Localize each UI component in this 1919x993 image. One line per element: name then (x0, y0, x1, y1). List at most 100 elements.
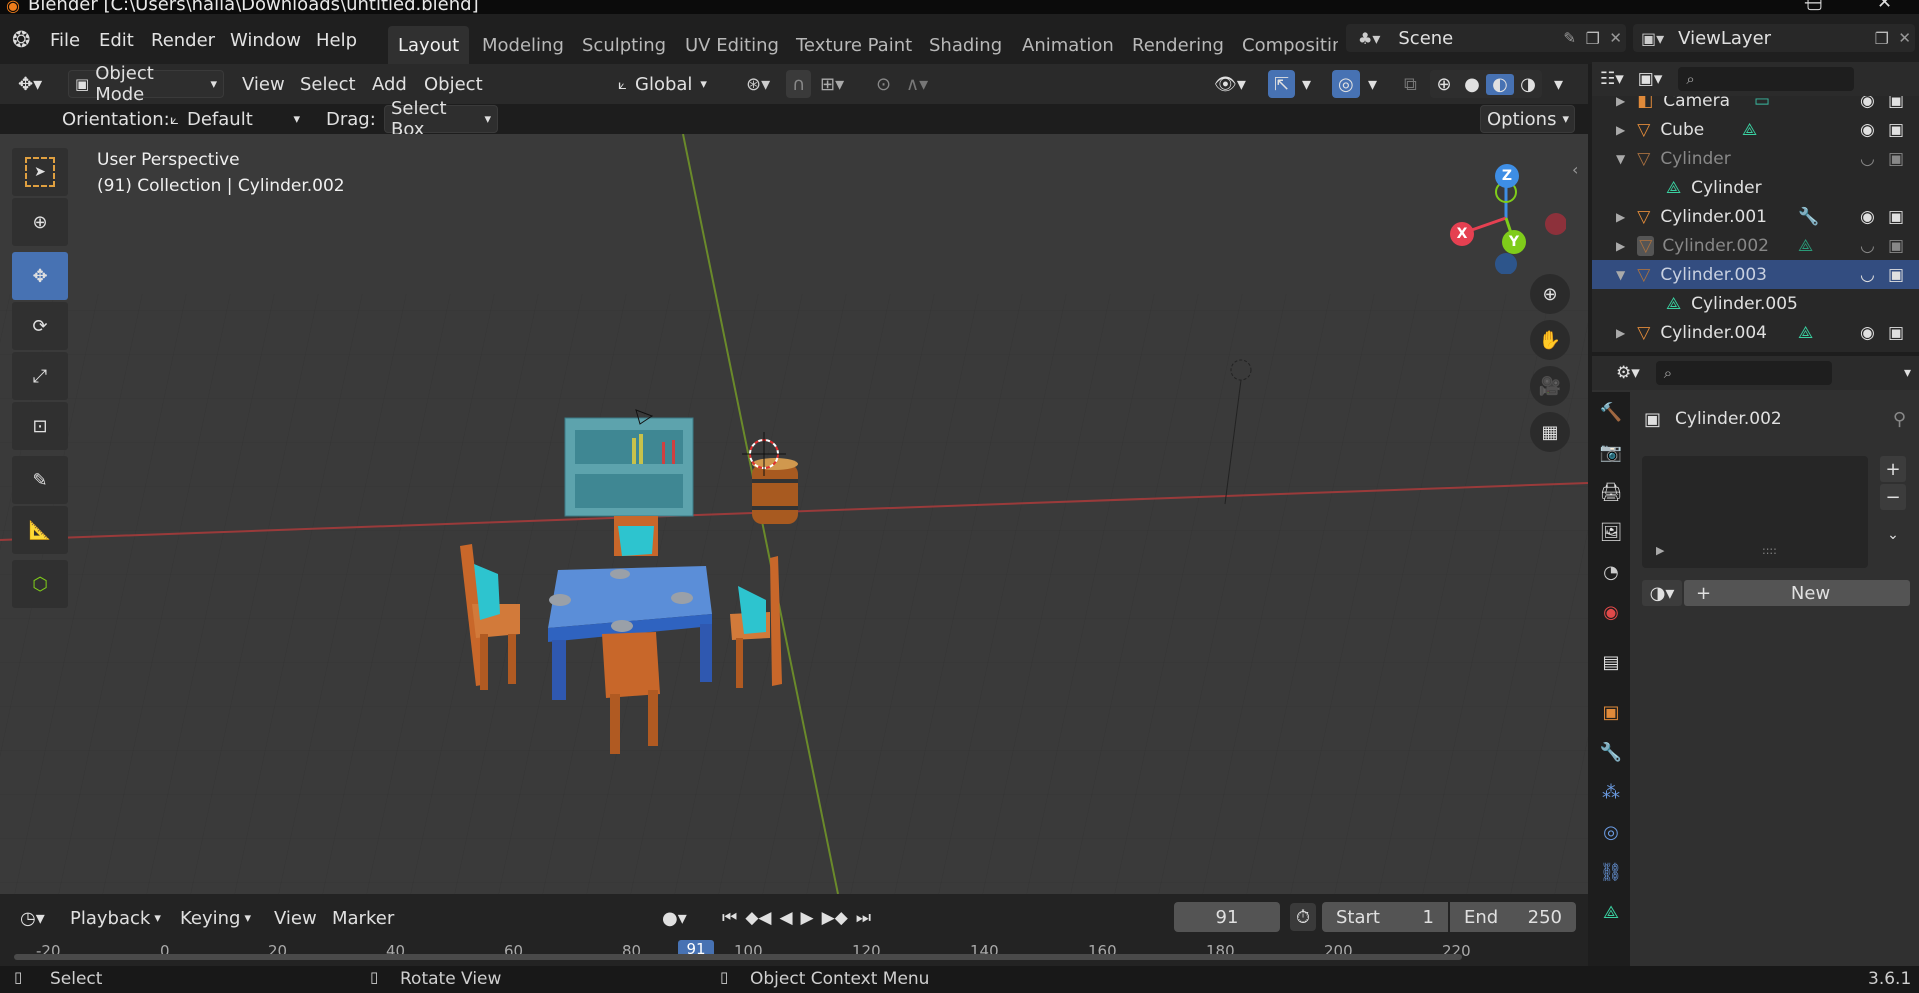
solid-shading-icon[interactable]: ● (1458, 74, 1486, 95)
remove-scene-icon[interactable]: ✕ (1609, 29, 1622, 47)
material-preview-icon[interactable]: ◐ (1486, 73, 1514, 95)
render-camera-icon[interactable]: ▣ (1888, 265, 1904, 285)
chevron-down-icon[interactable]: ▾ (1904, 365, 1911, 381)
new-scene-icon[interactable]: ❐ (1586, 29, 1600, 48)
scene-tab-icon[interactable]: ◔ (1592, 552, 1630, 592)
tab-animation[interactable]: Animation (1012, 26, 1124, 64)
pin-icon[interactable]: ✎ (1563, 29, 1576, 47)
eye-icon[interactable]: ◉ (1860, 207, 1875, 227)
outliner-item-cylinder-004[interactable]: ▶ ▽ Cylinder.004 ⟁ ◉ ▣ (1592, 318, 1919, 347)
expand-arrow-icon[interactable]: ▶ (1616, 239, 1625, 253)
render-camera-icon[interactable]: ▣ (1888, 96, 1904, 111)
scene-selector[interactable]: ♣▾ Scene ✎ ❐ ✕ (1346, 24, 1626, 52)
data-tab-icon[interactable]: ⟁ (1592, 892, 1630, 932)
overlays-toggle-icon[interactable]: ◎ (1332, 70, 1360, 98)
eye-hidden-icon[interactable]: ◡ (1860, 236, 1875, 256)
tab-uv-editing[interactable]: UV Editing (675, 26, 789, 64)
render-camera-icon[interactable]: ▣ (1888, 120, 1904, 140)
play-icon[interactable]: ▶ (801, 908, 814, 928)
editor-type-icon[interactable]: ✥▾ (12, 70, 48, 98)
add-cube-icon[interactable]: ⬡ (12, 560, 68, 608)
select-box-icon[interactable]: ➤ (12, 148, 68, 196)
outliner-item-cylinder[interactable]: ▼ ▽ Cylinder ◡ ▣ (1592, 144, 1919, 173)
wireframe-shading-icon[interactable]: ⊕ (1430, 74, 1458, 95)
resize-handle-icon[interactable]: :::: (1762, 544, 1777, 557)
pan-hand-icon[interactable]: ✋ (1530, 320, 1570, 360)
tab-sculpting[interactable]: Sculpting (572, 26, 676, 64)
outliner-item-cylinder-002[interactable]: ▶ ▽ Cylinder.002 ⟁ ◡ ▣ (1592, 231, 1919, 260)
menu-window[interactable]: Window (230, 30, 301, 51)
properties-search-input[interactable]: ⌕ (1655, 361, 1832, 385)
render-camera-icon[interactable]: ▣ (1888, 236, 1904, 256)
expand-arrow-icon[interactable]: ▶ (1616, 123, 1625, 137)
remove-view-layer-icon[interactable]: ✕ (1898, 29, 1911, 47)
timeline-menu-marker[interactable]: Marker (326, 904, 400, 932)
transform-orientation-dropdown[interactable]: ⟀ Global ▾ (612, 70, 713, 98)
gizmo-toggle-icon[interactable]: ⇱ (1268, 70, 1296, 98)
blender-menu-icon[interactable]: ❂ (12, 28, 30, 53)
outliner-item-cylinder-001[interactable]: ▶ ▽ Cylinder.001 🔧 ◉ ▣ (1592, 202, 1919, 231)
rotate-icon[interactable]: ⟳ (12, 302, 68, 350)
tab-rendering[interactable]: Rendering (1122, 26, 1234, 64)
eye-hidden-icon[interactable]: ◡ (1860, 149, 1875, 169)
next-keyframe-icon[interactable]: ▶◆ (822, 908, 848, 928)
collapse-arrow-icon[interactable]: ▼ (1616, 268, 1625, 282)
expand-arrow-icon[interactable]: ▶ (1616, 96, 1625, 108)
outliner-search-input[interactable]: ⌕ (1678, 67, 1855, 91)
transform-icon[interactable]: ⊡ (12, 402, 68, 450)
gizmo-y-axis[interactable]: Y (1502, 230, 1526, 254)
outliner-item-cube[interactable]: ▶ ▽ Cube ⟁ ◉ ▣ (1592, 115, 1919, 144)
menu-help[interactable]: Help (316, 30, 357, 51)
start-frame-field[interactable]: Start 1 (1322, 902, 1448, 932)
timeline-editor-type-icon[interactable]: ◷▾ (14, 904, 51, 932)
xray-icon[interactable]: ⧉ (1398, 70, 1423, 98)
keying-dropdown[interactable]: Keying ▾ (174, 904, 257, 932)
outliner-item-cylinder-003[interactable]: ▼ ▽ Cylinder.003 ◡ ▣ (1592, 260, 1919, 289)
world-tab-icon[interactable]: ◉ (1592, 592, 1630, 632)
menu-select[interactable]: Select (294, 70, 362, 98)
browse-material-icon[interactable]: ◑▾ (1642, 580, 1682, 606)
render-camera-icon[interactable]: ▣ (1888, 207, 1904, 227)
physics-tab-icon[interactable]: ◎ (1592, 812, 1630, 852)
material-slot-list[interactable]: ▶ :::: (1642, 456, 1868, 568)
pin-icon[interactable]: ⚲ (1893, 409, 1906, 430)
orientation-dropdown[interactable]: ⟀ Default ▾ (164, 105, 306, 133)
prev-keyframe-icon[interactable]: ◆◀ (745, 908, 771, 928)
shading-dropdown-icon[interactable]: ▾ (1548, 70, 1569, 98)
perspective-grid-icon[interactable]: ▦ (1530, 412, 1570, 452)
camera-view-icon[interactable]: 🎥 (1530, 366, 1570, 406)
expand-arrow-icon[interactable]: ▶ (1616, 210, 1625, 224)
properties-editor-icon[interactable]: ⚙▾ (1616, 363, 1640, 383)
new-view-layer-icon[interactable]: ❐ (1875, 29, 1889, 48)
snap-icon[interactable]: ∩ (786, 70, 812, 98)
expand-arrow-icon[interactable]: ▶ (1616, 326, 1625, 340)
pivot-point-icon[interactable]: ⊛▾ (740, 70, 776, 98)
render-camera-icon[interactable]: ▣ (1888, 323, 1904, 343)
rendered-shading-icon[interactable]: ◑ (1514, 74, 1542, 95)
timeline-menu-view[interactable]: View (268, 904, 323, 932)
constraints-tab-icon[interactable]: ⛓ (1592, 852, 1630, 892)
menu-object[interactable]: Object (418, 70, 489, 98)
menu-add[interactable]: Add (366, 70, 413, 98)
mode-dropdown[interactable]: ▣ Object Mode ▾ (68, 63, 224, 105)
playback-dropdown[interactable]: Playback ▾ (64, 904, 167, 932)
slot-menu-icon[interactable]: ⌄ (1880, 522, 1906, 548)
zoom-icon[interactable]: ⊕ (1530, 274, 1570, 314)
sidebar-toggle-icon[interactable]: ‹ (1572, 160, 1578, 179)
gizmo-dropdown-icon[interactable]: ▾ (1296, 70, 1317, 98)
navigation-gizmo[interactable]: Z X Y (1446, 154, 1567, 275)
outliner-item-camera[interactable]: ▶ ◧ Camera ▭ ◉ ▣ (1592, 96, 1919, 115)
collection-tab-icon[interactable]: ▤ (1592, 642, 1630, 682)
render-tab-icon[interactable]: 📷 (1592, 432, 1630, 472)
tab-texture-paint[interactable]: Texture Paint (786, 26, 922, 64)
proportional-edit-icon[interactable]: ⊙ (870, 70, 897, 98)
move-icon[interactable]: ✥ (12, 252, 68, 300)
end-frame-field[interactable]: End 250 (1450, 902, 1576, 932)
tab-layout[interactable]: Layout (388, 26, 470, 64)
render-camera-icon[interactable]: ▣ (1888, 149, 1904, 169)
tab-modeling[interactable]: Modeling (472, 26, 574, 64)
scale-icon[interactable]: ⤢ (12, 352, 68, 400)
display-mode-icon[interactable]: ▣▾ (1638, 69, 1663, 89)
eye-icon[interactable]: ◉ (1860, 96, 1875, 111)
timeline-scrollbar[interactable] (14, 954, 1462, 960)
